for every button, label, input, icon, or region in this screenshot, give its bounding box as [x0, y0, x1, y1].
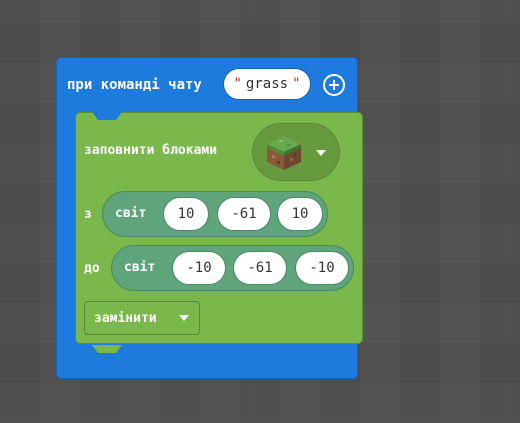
from-world-label: світ — [115, 206, 147, 221]
block-notch-top — [92, 112, 122, 120]
event-title: при команді чату — [67, 77, 202, 93]
from-label: з — [84, 207, 92, 222]
fill-with-blocks-block[interactable]: заповнити блоками з світ 10 -61 10 до св… — [75, 112, 363, 353]
from-world-position[interactable]: світ 10 -61 10 — [102, 191, 328, 237]
from-z-input[interactable]: 10 — [277, 197, 323, 231]
quote-open: " — [233, 76, 242, 92]
fill-mode-dropdown[interactable]: замінити — [84, 301, 200, 335]
to-y-input[interactable]: -61 — [233, 251, 287, 285]
block-type-dropdown[interactable] — [252, 123, 340, 181]
quote-close: " — [292, 76, 301, 92]
command-name-input[interactable]: " grass " — [223, 68, 311, 100]
to-label: до — [84, 261, 100, 276]
to-world-position[interactable]: світ -10 -61 -10 — [111, 245, 354, 291]
to-world-label: світ — [124, 260, 156, 275]
block-notch-bottom — [92, 345, 122, 353]
grass-block-icon — [267, 136, 301, 170]
chevron-down-icon — [316, 150, 326, 156]
command-name-value: grass — [245, 76, 289, 92]
from-x-input[interactable]: 10 — [163, 197, 209, 231]
fill-label: заповнити блоками — [84, 143, 218, 158]
fill-mode-label: замінити — [94, 311, 157, 326]
chat-command-event-block[interactable]: при команді чату " grass " заповнити бло… — [56, 57, 363, 379]
to-z-input[interactable]: -10 — [295, 251, 349, 285]
chevron-down-icon — [179, 315, 189, 321]
to-x-input[interactable]: -10 — [172, 251, 226, 285]
add-parameter-icon[interactable] — [323, 74, 345, 96]
from-y-input[interactable]: -61 — [217, 197, 271, 231]
